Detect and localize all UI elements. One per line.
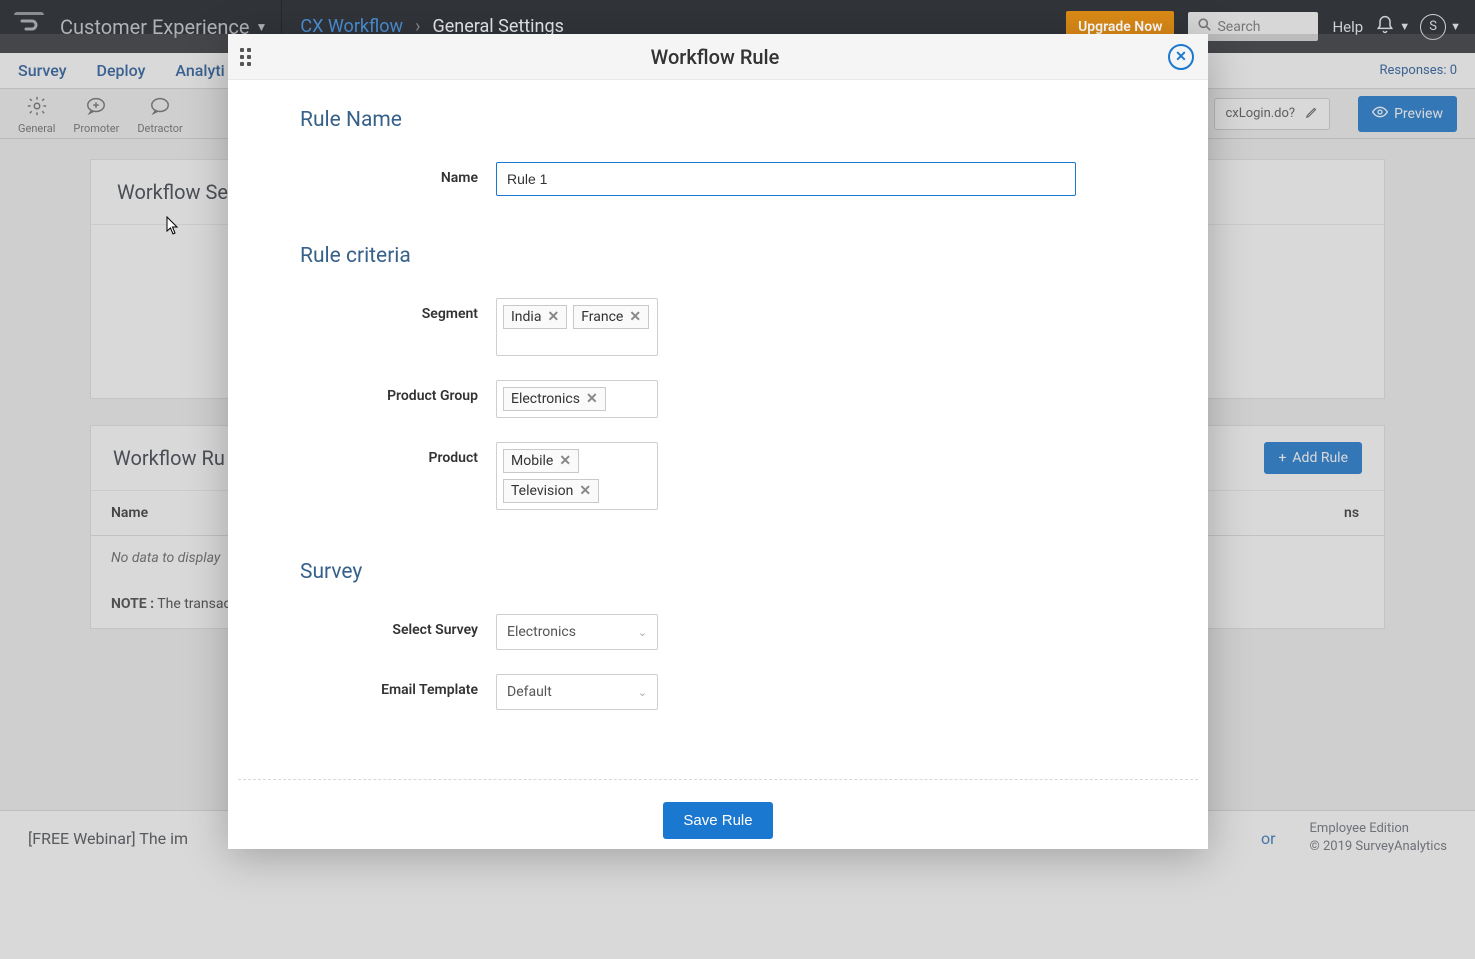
remove-tag-icon[interactable]: ✕: [579, 483, 591, 499]
modal-body: Rule Name Name Rule criteria Segment Ind…: [228, 80, 1208, 779]
tag-product-group-electronics: Electronics ✕: [503, 387, 606, 411]
label-product: Product: [300, 442, 496, 466]
caret-down-icon: ▼: [1450, 20, 1461, 33]
label-name: Name: [300, 162, 496, 186]
tag-label: Mobile: [511, 453, 553, 469]
section-rule-name: Rule Name: [300, 108, 1136, 132]
email-template-value: Default: [507, 684, 552, 700]
workflow-rule-modal: Workflow Rule ✕ Rule Name Name Rule crit…: [228, 34, 1208, 849]
save-rule-button[interactable]: Save Rule: [663, 802, 772, 839]
section-survey: Survey: [300, 560, 1136, 584]
rule-name-input[interactable]: [496, 162, 1076, 196]
chevron-down-icon: ⌄: [638, 626, 647, 639]
tag-label: Electronics: [511, 391, 580, 407]
help-link[interactable]: Help: [1332, 18, 1363, 36]
tag-segment-france: France ✕: [573, 305, 649, 329]
close-icon: ✕: [1175, 49, 1187, 65]
search-placeholder: Search: [1217, 19, 1260, 35]
drag-handle-icon[interactable]: [228, 48, 262, 66]
tag-product-television: Television ✕: [503, 479, 599, 503]
close-button[interactable]: ✕: [1168, 44, 1194, 70]
tag-product-mobile: Mobile ✕: [503, 449, 579, 473]
select-survey-dropdown[interactable]: Electronics ⌄: [496, 614, 658, 650]
remove-tag-icon[interactable]: ✕: [559, 453, 571, 469]
tag-segment-india: India ✕: [503, 305, 567, 329]
tag-label: Television: [511, 483, 573, 499]
label-segment: Segment: [300, 298, 496, 322]
tag-label: France: [581, 309, 623, 325]
select-survey-value: Electronics: [507, 624, 576, 640]
remove-tag-icon[interactable]: ✕: [629, 309, 641, 325]
modal-title: Workflow Rule: [262, 45, 1168, 69]
tag-label: India: [511, 309, 541, 325]
modal-header: Workflow Rule ✕: [228, 34, 1208, 80]
email-template-dropdown[interactable]: Default ⌄: [496, 674, 658, 710]
search-icon: [1198, 18, 1211, 35]
modal-footer: Save Rule: [238, 779, 1198, 849]
caret-down-icon: ▼: [256, 20, 268, 34]
segment-tagbox[interactable]: India ✕ France ✕: [496, 298, 658, 356]
label-select-survey: Select Survey: [300, 614, 496, 638]
caret-down-icon: ▼: [1399, 20, 1410, 33]
label-email-template: Email Template: [300, 674, 496, 698]
section-rule-criteria: Rule criteria: [300, 244, 1136, 268]
remove-tag-icon[interactable]: ✕: [586, 391, 598, 407]
remove-tag-icon[interactable]: ✕: [547, 309, 559, 325]
chevron-down-icon: ⌄: [638, 686, 647, 699]
product-tagbox[interactable]: Mobile ✕ Television ✕: [496, 442, 658, 510]
cursor-icon: [166, 216, 180, 236]
product-group-tagbox[interactable]: Electronics ✕: [496, 380, 658, 418]
label-product-group: Product Group: [300, 380, 496, 404]
